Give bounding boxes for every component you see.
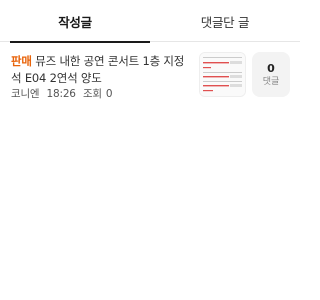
post-author: 코니엔 (11, 88, 40, 100)
post-thumbnail[interactable] (199, 52, 246, 97)
post-time: 18:26 (46, 88, 76, 100)
post-meta: 코니엔 18:26 조회 0 (11, 87, 120, 101)
post-list-item[interactable]: 판매 뮤즈 내한 공연 콘서트 1층 지정석 E04 2연석 양도 코니엔 18… (0, 48, 300, 104)
post-title: 판매 뮤즈 내한 공연 콘서트 1층 지정석 E04 2연석 양도 (11, 53, 189, 87)
comment-count: 0 (267, 61, 275, 75)
tab-bar: 작성글 댓글단 글 (0, 0, 300, 43)
post-views: 조회 0 (83, 88, 116, 100)
ticket-screenshot-thumbnail-icon (200, 53, 245, 96)
tab-written-posts-label: 작성글 (58, 14, 92, 30)
post-title-text: 뮤즈 내한 공연 콘서트 1층 지정석 E04 2연석 양도 (11, 54, 185, 85)
comment-count-box[interactable]: 0 댓글 (252, 52, 290, 97)
comment-label: 댓글 (262, 76, 280, 87)
post-views-count: 0 (105, 88, 113, 100)
post-category-tag: 판매 (11, 54, 32, 68)
tab-commented-posts-label: 댓글단 글 (200, 14, 250, 30)
tab-written-posts[interactable]: 작성글 (0, 0, 150, 43)
post-views-label: 조회 (82, 88, 102, 100)
active-tab-indicator (10, 41, 150, 43)
tab-commented-posts[interactable]: 댓글단 글 (150, 0, 300, 42)
